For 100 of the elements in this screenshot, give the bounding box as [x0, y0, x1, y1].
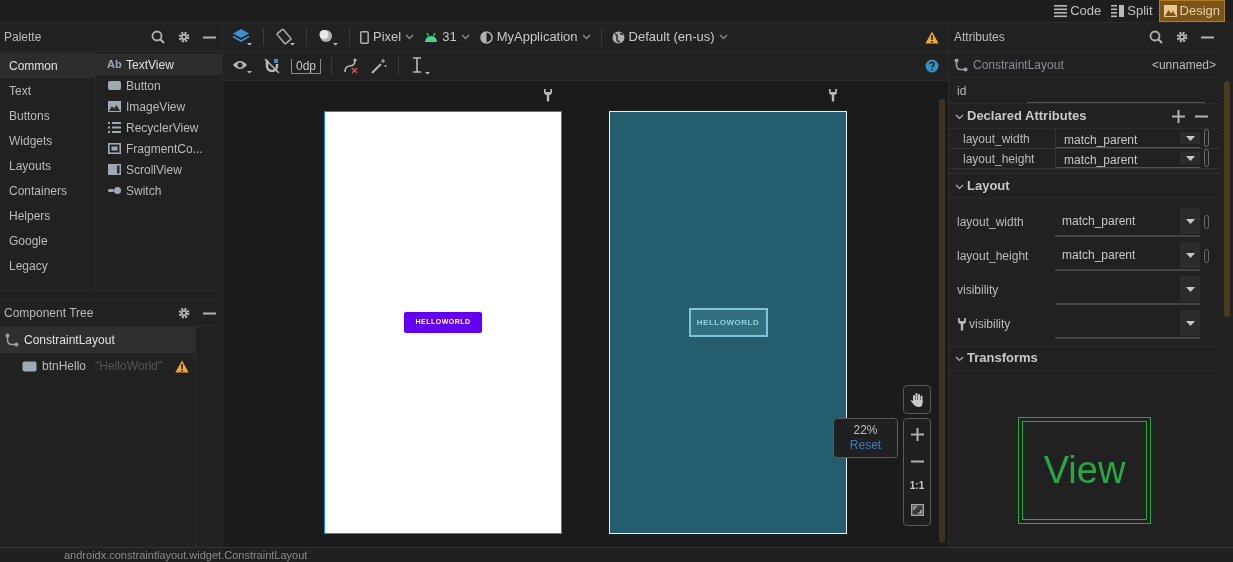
panel-title: Attributes	[954, 29, 1006, 46]
status-text: androidx.constraintlayout.widget.ConstraintLayout	[64, 548, 308, 562]
resource-picker-icon[interactable]	[1204, 129, 1209, 147]
list-widget-icon	[107, 121, 122, 134]
palette-category[interactable]: Legacy	[0, 253, 95, 278]
palette-category[interactable]: Buttons	[0, 103, 95, 128]
palette-item[interactable]: ImageView	[96, 96, 222, 117]
palette-item[interactable]: Button	[96, 75, 222, 96]
image-widget-icon	[107, 100, 122, 113]
resource-picker-icon[interactable]	[1204, 149, 1209, 167]
caret-icon[interactable]	[718, 34, 728, 40]
caret-icon[interactable]	[405, 34, 415, 40]
add-attribute-icon[interactable]	[1172, 109, 1185, 123]
settings-icon[interactable]	[1175, 30, 1189, 44]
scrollbar[interactable]	[939, 99, 945, 543]
section-header[interactable]: Transforms	[949, 346, 1220, 371]
help-icon[interactable]	[925, 59, 939, 73]
panel-title: Palette	[4, 29, 43, 46]
rotate-icon[interactable]	[275, 28, 295, 46]
dropdown-button[interactable]	[1180, 152, 1200, 164]
actual-size-button[interactable]: 1:1	[909, 477, 925, 493]
caret-icon[interactable]	[581, 34, 591, 40]
dropdown-button[interactable]	[1180, 276, 1200, 302]
value-field[interactable]: match_parent	[1056, 129, 1200, 148]
dropdown-arrow-icon	[1185, 218, 1195, 224]
dropdown-button[interactable]	[1180, 208, 1200, 234]
view-mode-tab[interactable]: Split	[1107, 0, 1157, 22]
palette-item[interactable]: FragmentCo...	[96, 138, 222, 159]
dropdown-button[interactable]	[1180, 310, 1200, 336]
fit-screen-icon	[910, 503, 924, 516]
margin-field[interactable]: 0dp	[291, 58, 322, 74]
code-view-icon	[1054, 4, 1068, 18]
palette-category[interactable]: Layouts	[0, 153, 95, 178]
attribute-label: layout_width	[949, 129, 1056, 148]
attribute-label: layout_width	[957, 214, 1024, 231]
zoom-level: 22%	[853, 423, 878, 438]
preview-label: View	[1022, 421, 1147, 520]
palette-category[interactable]: Helpers	[0, 203, 95, 228]
button-widget-icon	[22, 360, 37, 372]
value-field[interactable]	[1055, 309, 1200, 339]
device-dropdown[interactable]: Pixel	[358, 27, 417, 47]
locale-dropdown[interactable]: Default (en-us)	[609, 27, 730, 47]
button-widget-icon	[107, 79, 122, 92]
value-field[interactable]: match_parent	[1055, 241, 1200, 271]
pan-button[interactable]	[903, 385, 931, 414]
caret-icon[interactable]	[460, 34, 470, 40]
dropdown-arrow-icon	[1185, 286, 1195, 292]
api-level-dropdown[interactable]: 31	[422, 27, 472, 47]
settings-icon[interactable]	[177, 306, 191, 320]
view-mode-tab[interactable]: Code	[1050, 0, 1106, 22]
component-name: ConstraintLayout	[973, 56, 1064, 74]
section-header[interactable]: Declared Attributes	[949, 104, 1220, 129]
palette-item[interactable]: ScrollView	[96, 159, 222, 180]
attribute-label: visibility	[969, 316, 1011, 333]
layers-icon[interactable]	[232, 28, 252, 46]
attribute-label: id	[957, 82, 968, 100]
text-view-icon: Ab	[107, 56, 122, 73]
palette-item[interactable]: RecyclerView	[96, 117, 222, 138]
palette-item[interactable]: Switch	[96, 180, 222, 201]
panel-title: Component Tree	[4, 305, 95, 322]
search-icon[interactable]	[151, 30, 165, 44]
palette-category[interactable]: Text	[0, 78, 95, 103]
scrollbar[interactable]	[1223, 81, 1230, 317]
tree-item[interactable]: ConstraintLayout	[0, 327, 195, 353]
clear-constraints-icon[interactable]	[343, 58, 360, 74]
split-view-icon	[1111, 4, 1125, 18]
constraint-icon	[5, 333, 19, 347]
dropdown-button[interactable]	[1180, 242, 1200, 268]
palette-item[interactable]: Ab TextView	[96, 54, 222, 75]
night-mode-icon[interactable]	[318, 28, 338, 46]
warning-icon[interactable]	[925, 30, 939, 44]
section-header[interactable]: Layout	[949, 174, 1220, 199]
dropdown-button[interactable]	[1180, 132, 1200, 144]
constraint-icon	[954, 57, 968, 72]
view-mode-tab[interactable]: Design	[1158, 0, 1225, 22]
value-field[interactable]: match_parent	[1055, 207, 1200, 237]
value-field[interactable]	[1055, 275, 1200, 305]
align-icon[interactable]	[410, 57, 431, 75]
resource-picker-icon[interactable]	[1204, 215, 1209, 229]
value-field[interactable]: match_parent	[1056, 149, 1200, 168]
eye-icon[interactable]	[232, 58, 252, 74]
dropdown-arrow-icon	[1185, 320, 1195, 326]
design-view-icon	[1163, 4, 1177, 18]
theme-icon	[479, 30, 493, 44]
dropdown-arrow-icon	[1185, 252, 1195, 258]
dropdown-arrow-icon	[1185, 135, 1195, 141]
search-icon[interactable]	[1149, 30, 1163, 44]
palette-category[interactable]: Containers	[0, 178, 95, 203]
settings-icon[interactable]	[177, 30, 191, 44]
attribute-label: layout_height	[949, 149, 1056, 168]
magnet-off-icon[interactable]	[264, 58, 280, 74]
reset-link[interactable]: Reset	[849, 438, 882, 453]
globe-icon	[611, 30, 625, 44]
resource-picker-icon[interactable]	[1204, 249, 1209, 263]
palette-category[interactable]: Common	[0, 53, 95, 78]
palette-category[interactable]: Google	[0, 228, 95, 253]
attribute-label: visibility	[957, 282, 999, 299]
theme-dropdown[interactable]: MyApplication	[477, 27, 593, 47]
palette-category[interactable]: Widgets	[0, 128, 95, 153]
magic-wand-icon[interactable]	[371, 58, 388, 74]
